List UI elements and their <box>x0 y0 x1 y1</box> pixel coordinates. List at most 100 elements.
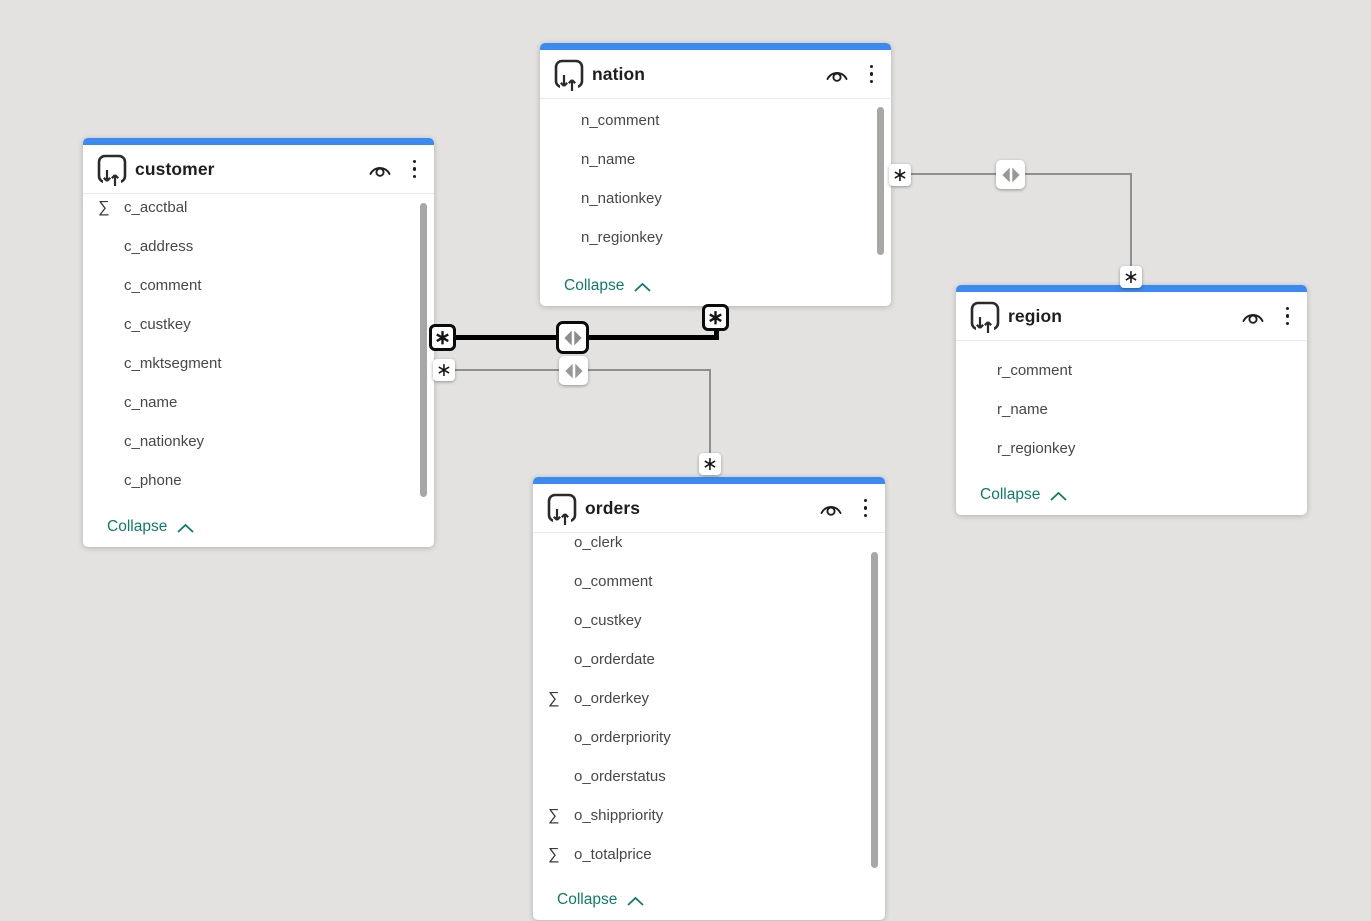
field-label: o_clerk <box>574 534 622 551</box>
field-row[interactable]: ∑o_shippriority <box>533 796 885 835</box>
field-list: r_comment r_name r_regionkey <box>956 341 1307 475</box>
field-label: o_orderdate <box>574 651 655 668</box>
sigma-icon: ∑ <box>98 199 118 217</box>
visibility-eye-icon[interactable] <box>819 500 843 517</box>
field-label: c_acctbal <box>124 199 187 216</box>
field-label: n_name <box>581 151 635 168</box>
bidirectional-filter-icon[interactable] <box>556 321 589 354</box>
field-row[interactable]: r_comment <box>956 351 1307 390</box>
more-options-kebab-icon[interactable] <box>866 62 878 87</box>
visibility-eye-icon[interactable] <box>368 161 392 178</box>
more-options-kebab-icon[interactable] <box>860 496 872 521</box>
asterisk-glyph: ∗ <box>1123 268 1139 287</box>
card-accent-bar <box>533 477 885 484</box>
cardinality-badge-many[interactable]: ∗ <box>429 324 456 351</box>
field-label: c_phone <box>124 472 182 489</box>
field-label: c_comment <box>124 277 202 294</box>
field-label: r_comment <box>997 362 1072 379</box>
field-row[interactable]: n_regionkey <box>540 218 891 257</box>
field-label: n_nationkey <box>581 190 662 207</box>
chevron-up-icon <box>176 523 195 534</box>
table-card-header[interactable]: customer <box>83 145 434 194</box>
field-row[interactable]: o_orderdate <box>533 640 885 679</box>
bidirectional-filter-icon[interactable] <box>996 160 1025 189</box>
table-card-header[interactable]: region <box>956 292 1307 341</box>
collapse-label: Collapse <box>557 891 617 909</box>
asterisk-glyph: ∗ <box>436 361 452 380</box>
table-title: region <box>1008 306 1241 327</box>
field-row[interactable]: c_mktsegment <box>83 344 434 383</box>
collapse-label: Collapse <box>564 277 624 295</box>
model-view-canvas[interactable]: customer ∑c_acctbal c_address c_comment … <box>0 0 1371 921</box>
more-options-kebab-icon[interactable] <box>409 157 421 182</box>
field-label: n_comment <box>581 112 659 129</box>
chevron-up-icon <box>1049 491 1068 502</box>
more-options-kebab-icon[interactable] <box>1282 304 1294 329</box>
asterisk-glyph: ∗ <box>707 308 724 328</box>
asterisk-glyph: ∗ <box>434 328 451 348</box>
visibility-eye-icon[interactable] <box>1241 308 1265 325</box>
field-row[interactable]: ∑o_totalprice <box>533 835 885 874</box>
relationship-line-nation-region[interactable] <box>1130 173 1132 267</box>
field-label: o_totalprice <box>574 846 652 863</box>
table-sync-icon <box>96 153 128 189</box>
field-label: o_orderkey <box>574 690 649 707</box>
table-card-nation[interactable]: nation n_comment n_name n_nationkey n_re… <box>540 43 891 306</box>
field-row[interactable]: o_orderpriority <box>533 718 885 757</box>
field-row[interactable]: c_comment <box>83 266 434 305</box>
field-label: r_regionkey <box>997 440 1075 457</box>
collapse-link[interactable]: Collapse <box>956 475 1307 515</box>
bidirectional-filter-icon[interactable] <box>559 356 588 385</box>
table-card-customer[interactable]: customer ∑c_acctbal c_address c_comment … <box>83 138 434 547</box>
field-row[interactable]: ∑ c_acctbal <box>83 194 434 227</box>
collapse-link[interactable]: Collapse <box>540 266 891 306</box>
asterisk-glyph: ∗ <box>892 166 908 185</box>
field-label: r_name <box>997 401 1048 418</box>
field-row[interactable]: c_name <box>83 383 434 422</box>
cardinality-badge-many[interactable]: ∗ <box>1120 266 1142 288</box>
field-row[interactable]: c_nationkey <box>83 422 434 461</box>
cardinality-badge-many[interactable]: ∗ <box>699 453 721 475</box>
field-row[interactable]: o_clerk <box>533 533 885 562</box>
field-list: o_clerk o_comment o_custkey o_orderdate … <box>533 533 885 880</box>
relationship-line-customer-orders[interactable] <box>709 369 711 455</box>
field-row[interactable]: c_phone <box>83 461 434 500</box>
field-row[interactable]: n_comment <box>540 101 891 140</box>
cardinality-badge-many[interactable]: ∗ <box>702 304 729 331</box>
field-label: o_orderstatus <box>574 768 666 785</box>
scrollbar-thumb[interactable] <box>871 552 878 868</box>
field-row[interactable]: ∑o_orderkey <box>533 679 885 718</box>
table-card-header[interactable]: nation <box>540 50 891 99</box>
collapse-link[interactable]: Collapse <box>533 880 885 920</box>
field-row[interactable]: o_custkey <box>533 601 885 640</box>
collapse-link[interactable]: Collapse <box>83 507 434 547</box>
field-label: o_orderpriority <box>574 729 671 746</box>
field-row[interactable]: r_regionkey <box>956 429 1307 468</box>
table-card-orders[interactable]: orders o_clerk o_comment o_custkey o_ord… <box>533 477 885 920</box>
table-title: customer <box>135 159 368 180</box>
field-row[interactable]: n_name <box>540 140 891 179</box>
field-label: o_shippriority <box>574 807 663 824</box>
table-card-region[interactable]: region r_comment r_name r_regionkey Coll… <box>956 285 1307 515</box>
card-accent-bar <box>83 138 434 145</box>
field-row[interactable]: n_nationkey <box>540 179 891 218</box>
field-label: c_name <box>124 394 177 411</box>
card-accent-bar <box>540 43 891 50</box>
field-label: c_nationkey <box>124 433 204 450</box>
field-list: n_comment n_name n_nationkey n_regionkey <box>540 99 891 266</box>
scrollbar-thumb[interactable] <box>877 107 884 255</box>
cardinality-badge-many[interactable]: ∗ <box>433 359 455 381</box>
field-row[interactable]: r_name <box>956 390 1307 429</box>
field-label: o_custkey <box>574 612 642 629</box>
cardinality-badge-many[interactable]: ∗ <box>889 164 911 186</box>
field-row[interactable]: c_address <box>83 227 434 266</box>
scrollbar-thumb[interactable] <box>420 203 427 497</box>
collapse-label: Collapse <box>107 518 167 536</box>
table-card-header[interactable]: orders <box>533 484 885 533</box>
visibility-eye-icon[interactable] <box>825 66 849 83</box>
field-row[interactable]: o_comment <box>533 562 885 601</box>
field-row[interactable]: c_custkey <box>83 305 434 344</box>
collapse-label: Collapse <box>980 486 1040 504</box>
field-label: c_custkey <box>124 316 191 333</box>
field-row[interactable]: o_orderstatus <box>533 757 885 796</box>
